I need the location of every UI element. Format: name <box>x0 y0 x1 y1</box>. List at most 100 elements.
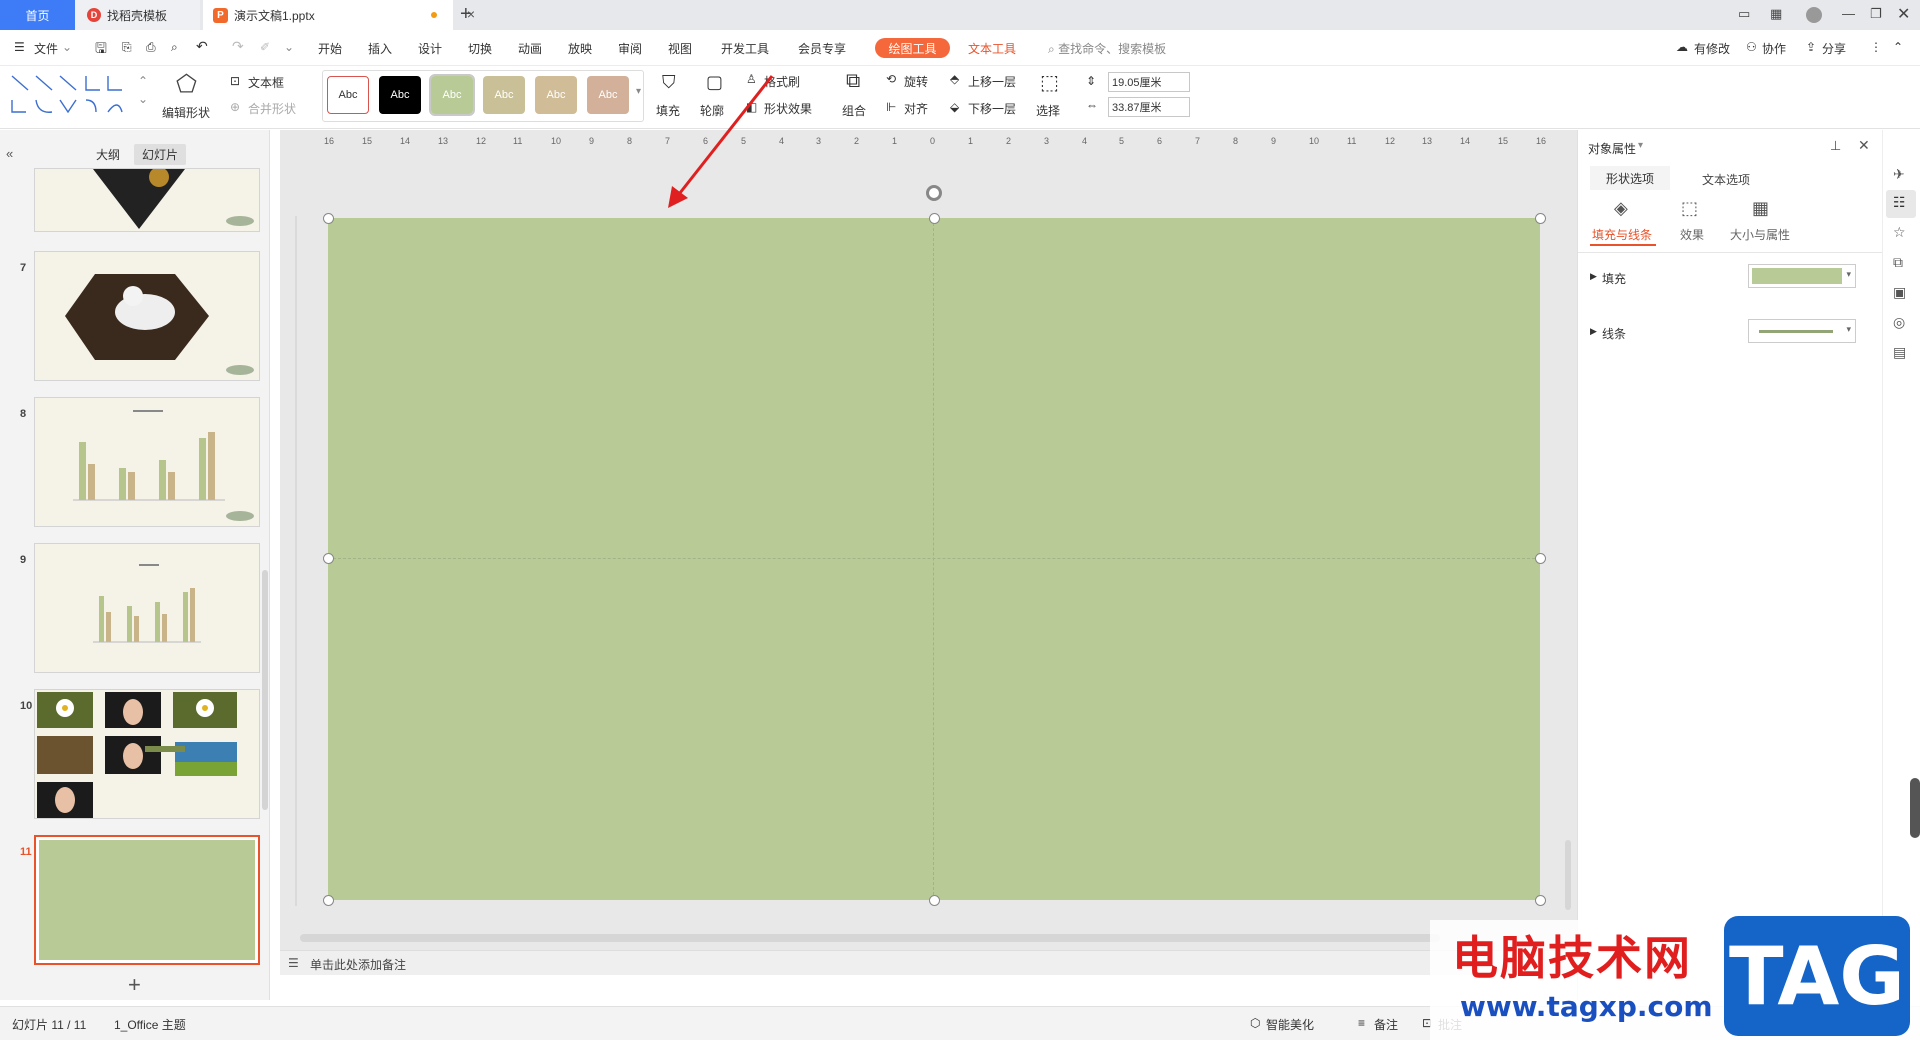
slides-scrollbar[interactable] <box>262 570 268 810</box>
select-button[interactable]: 选择 <box>1036 102 1060 119</box>
save-icon[interactable]: 🖫 <box>95 38 107 62</box>
resize-handle-bottom-right[interactable] <box>1535 895 1546 906</box>
merge-shape-button[interactable]: 合并形状 <box>248 100 296 117</box>
undo-icon[interactable]: ↶ <box>196 38 208 55</box>
more-vertical-icon[interactable]: ⋮ <box>1870 40 1882 54</box>
subtab-fill-line[interactable]: 填充与线条 <box>1592 226 1652 243</box>
close-panel-icon[interactable]: ✕ <box>1858 137 1870 154</box>
tab-drawing-tools[interactable]: 绘图工具 <box>875 38 950 58</box>
menu-design[interactable]: 设计 <box>418 40 442 57</box>
send-backward-button[interactable]: 下移一层 <box>968 100 1016 117</box>
restore-icon[interactable]: ❐ <box>1870 6 1882 22</box>
panel-title[interactable]: 对象属性 <box>1588 140 1636 157</box>
copy-icon[interactable]: ⧉ <box>1893 254 1903 271</box>
properties-sliders-icon[interactable]: ☷ <box>1893 194 1906 211</box>
group-button[interactable]: 组合 <box>842 102 866 119</box>
style-preset-khaki[interactable]: Abc <box>483 76 525 114</box>
slide-thumbnail-9[interactable] <box>34 543 260 673</box>
menu-view[interactable]: 视图 <box>668 40 692 57</box>
edit-shape-button[interactable]: 编辑形状 <box>162 104 210 121</box>
slide-thumbnail-8[interactable] <box>34 397 260 527</box>
notes-placeholder[interactable]: 单击此处添加备注 <box>310 956 406 973</box>
vertical-scrollbar[interactable] <box>1565 840 1571 910</box>
rotate-button[interactable]: 旋转 <box>904 73 928 90</box>
format-brush-icon[interactable]: ✐ <box>260 40 270 54</box>
resize-handle-bottom-left[interactable] <box>323 895 334 906</box>
menu-insert[interactable]: 插入 <box>368 40 392 57</box>
style-preset-tan[interactable]: Abc <box>535 76 577 114</box>
size-properties-icon[interactable]: ▦ <box>1752 198 1769 219</box>
tab-outline[interactable]: 大纲 <box>96 146 120 163</box>
textbox-button[interactable]: 文本框 <box>248 74 284 91</box>
pin-icon[interactable]: ⊥ <box>1830 138 1841 154</box>
hamburger-icon[interactable]: ☰ <box>14 40 25 54</box>
add-slide-button[interactable]: + <box>128 972 141 998</box>
bring-forward-button[interactable]: 上移一层 <box>968 73 1016 90</box>
gallery-scroll-icon[interactable]: ⌃ <box>138 74 148 88</box>
gallery-expand-icon[interactable]: ⌄ <box>138 92 148 106</box>
menu-review[interactable]: 审阅 <box>618 40 642 57</box>
share-button[interactable]: 分享 <box>1822 40 1846 57</box>
slide-thumbnail-10[interactable] <box>34 689 260 819</box>
tab-shape-options[interactable]: 形状选项 <box>1590 166 1670 190</box>
style-preset-rose[interactable]: Abc <box>587 76 629 114</box>
slide-thumbnail-6[interactable] <box>34 168 260 232</box>
search-box[interactable]: ⌕ 查找命令、搜索模板 <box>1048 40 1166 57</box>
rotate-handle-icon[interactable] <box>926 185 942 201</box>
location-icon[interactable]: ◎ <box>1893 314 1905 331</box>
menu-slideshow[interactable]: 放映 <box>568 40 592 57</box>
search-input[interactable]: 查找命令、搜索模板 <box>1058 42 1166 56</box>
tab-home[interactable]: 首页 <box>0 0 75 30</box>
menu-start[interactable]: 开始 <box>318 40 342 57</box>
resize-handle-top[interactable] <box>929 213 940 224</box>
menu-developer[interactable]: 开发工具 <box>721 40 769 57</box>
print-preview-icon[interactable]: ⌕ <box>171 40 178 55</box>
resize-handle-right[interactable] <box>1535 553 1546 564</box>
style-preset-black[interactable]: Abc <box>379 76 421 114</box>
menu-animation[interactable]: 动画 <box>518 40 542 57</box>
align-button[interactable]: 对齐 <box>904 100 928 117</box>
collapse-panel-icon[interactable]: « <box>6 146 13 161</box>
has-changes-label[interactable]: 有修改 <box>1694 40 1730 57</box>
resize-handle-bottom[interactable] <box>929 895 940 906</box>
tab-slides[interactable]: 幻灯片 <box>134 144 187 165</box>
subtab-size-properties[interactable]: 大小与属性 <box>1730 226 1790 243</box>
style-preset-outline[interactable]: Abc <box>327 76 369 114</box>
style-preset-green[interactable]: Abc <box>429 74 475 116</box>
expand-fill-icon[interactable]: ▶ <box>1590 271 1597 282</box>
menu-file[interactable]: 文件 <box>34 40 58 57</box>
image-icon[interactable]: ▣ <box>1893 284 1906 301</box>
resize-handle-left[interactable] <box>323 553 334 564</box>
expand-line-icon[interactable]: ▶ <box>1590 326 1597 337</box>
width-input[interactable]: 33.87厘米 <box>1108 97 1190 117</box>
tab-document[interactable]: P 演示文稿1.pptx × <box>203 0 475 30</box>
selected-rectangle-shape[interactable] <box>328 218 1540 900</box>
apps-grid-icon[interactable]: ▦ <box>1770 6 1782 22</box>
more-chevron-icon[interactable]: ⌄ <box>284 40 294 54</box>
slide-thumbnail-7[interactable] <box>34 251 260 381</box>
style-more-icon[interactable]: ▾ <box>636 86 641 97</box>
close-window-icon[interactable]: ✕ <box>1897 4 1910 24</box>
smart-beautify-button[interactable]: 智能美化 <box>1266 1016 1314 1033</box>
menu-transition[interactable]: 切换 <box>468 40 492 57</box>
redo-icon[interactable]: ↷ <box>232 38 244 55</box>
effect-icon[interactable]: ⬚ <box>1681 198 1698 219</box>
star-icon[interactable]: ☆ <box>1893 224 1906 241</box>
fill-section-label[interactable]: 填充 <box>1602 270 1626 287</box>
new-tab-button[interactable]: + <box>460 3 472 26</box>
collaborate-button[interactable]: 协作 <box>1762 40 1786 57</box>
notes-toggle-button[interactable]: 备注 <box>1374 1016 1398 1033</box>
line-style-picker[interactable]: ▾ <box>1748 319 1856 343</box>
slide-thumbnail-11[interactable] <box>34 835 260 965</box>
tab-text-tools[interactable]: 文本工具 <box>968 40 1016 57</box>
fill-color-picker[interactable]: ▾ <box>1748 264 1856 288</box>
resize-handle-top-left[interactable] <box>323 213 334 224</box>
theme-name[interactable]: 1_Office 主题 <box>114 1016 186 1033</box>
notes-bar[interactable]: ☰ 单击此处添加备注 <box>280 950 1585 975</box>
menu-member[interactable]: 会员专享 <box>798 40 846 57</box>
tab-template[interactable]: D 找稻壳模板 <box>75 0 200 30</box>
side-scroll-tab[interactable] <box>1910 778 1920 838</box>
layout-icon[interactable]: ▭ <box>1738 6 1750 22</box>
height-input[interactable]: 19.05厘米 <box>1108 72 1190 92</box>
rocket-icon[interactable]: ✈ <box>1893 166 1905 183</box>
